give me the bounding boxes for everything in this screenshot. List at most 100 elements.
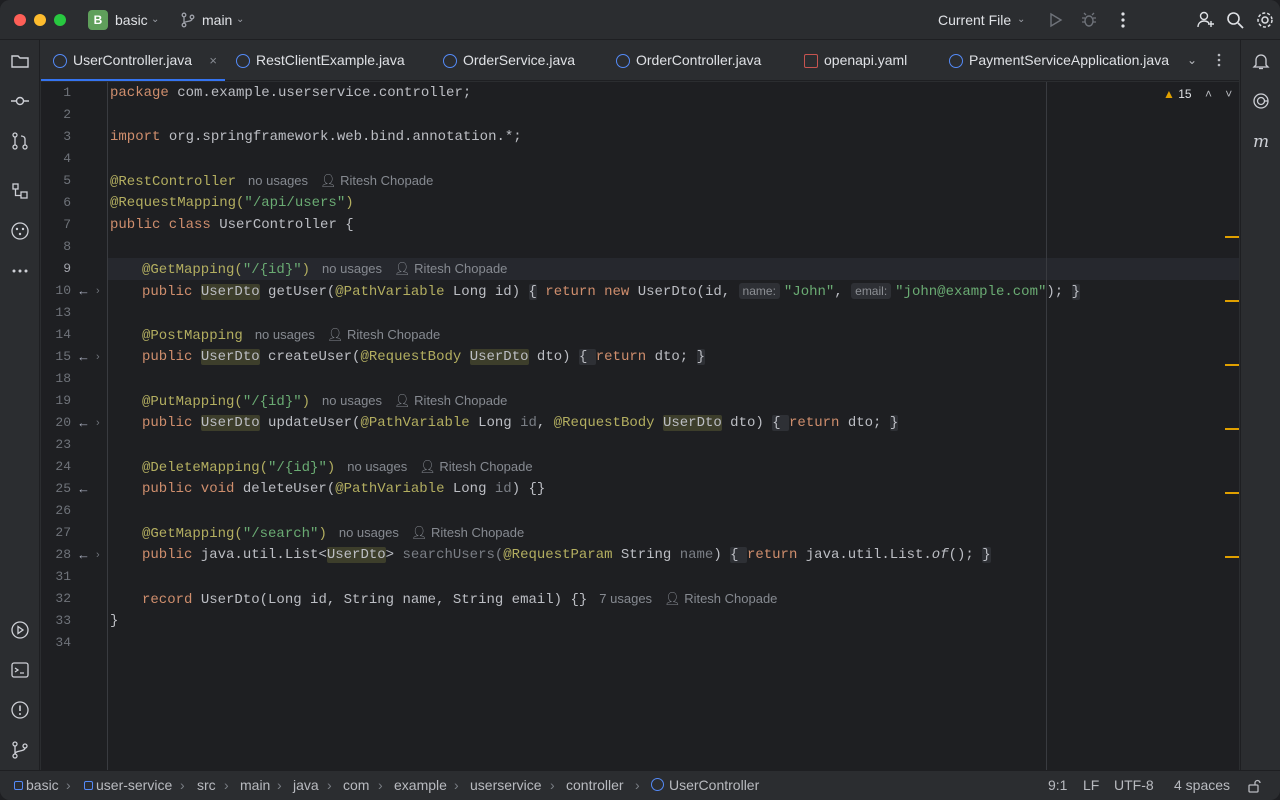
fold-chevron-icon[interactable]: › [96,346,100,368]
tab-openapi-yaml[interactable]: openapi.yaml [792,40,932,81]
code-line: public UserDto createUser(@RequestBody U… [142,349,705,365]
breadcrumb-userservice[interactable]: userservice [470,777,542,793]
status-bar: basic › user-service › src › main › java… [0,770,1280,800]
commit-icon[interactable] [10,91,30,111]
unlock-icon[interactable] [1247,779,1261,793]
usages-inlay[interactable]: no usages [339,525,399,540]
author-inlay[interactable]: 👤︎ Ritesh Chopade [411,525,524,540]
ai-assistant-icon[interactable] [1251,91,1271,111]
close-tab-icon[interactable]: × [209,40,217,81]
warning-stripe-marker[interactable] [1225,300,1239,302]
add-user-icon[interactable] [1196,10,1216,30]
tab-paymentserviceapplication[interactable]: PaymentServiceApplication.java [937,40,1177,81]
tab-usercontroller[interactable]: UserController.java × [41,40,225,81]
title-bar: B basic ⌄ main ⌄ Current File ⌄ [0,0,1280,40]
settings-gear-icon[interactable] [1255,10,1275,30]
caret-position[interactable]: 9:1 [1048,777,1067,793]
fold-chevron-icon[interactable]: › [96,412,100,434]
line-number: 14 [55,327,71,342]
line-separator[interactable]: LF [1083,777,1099,793]
breadcrumb-separator: › [277,777,282,793]
search-icon[interactable] [1225,10,1245,30]
minimize-window-button[interactable] [34,14,46,26]
usages-inlay[interactable]: no usages [347,459,407,474]
terminal-icon[interactable] [10,660,30,680]
overrides-arrow-icon[interactable]: ← [77,412,90,434]
breadcrumb-user-service[interactable]: user-service [84,777,172,793]
plugins-icon[interactable] [10,221,30,241]
author-inlay[interactable]: 👤︎ Ritesh Chopade [394,393,507,408]
inspection-widget[interactable]: ▲ 15 ˄ ˅ [1163,87,1232,101]
warning-stripe-marker[interactable] [1225,364,1239,366]
author-inlay[interactable]: 👤︎ Ritesh Chopade [394,261,507,276]
java-class-icon [651,778,664,791]
breadcrumb-com[interactable]: com [343,777,369,793]
usages-inlay[interactable]: no usages [255,327,315,342]
more-options-icon[interactable] [1113,10,1133,30]
maven-icon[interactable]: m [1251,131,1271,151]
run-configuration-selector[interactable]: Current File [938,12,1011,28]
maximize-window-button[interactable] [54,14,66,26]
notifications-bell-icon[interactable] [1251,51,1271,71]
author-inlay[interactable]: 👤︎ Ritesh Chopade [320,173,433,188]
fold-chevron-icon[interactable]: › [96,280,100,302]
previous-highlight-icon[interactable]: ˄ [1205,87,1212,101]
breadcrumb-java[interactable]: java [293,777,319,793]
warning-stripe-marker[interactable] [1225,236,1239,238]
tab-restclientexample[interactable]: RestClientExample.java [224,40,412,81]
line-number: 7 [63,217,71,232]
overrides-arrow-icon[interactable]: ← [77,280,90,302]
breadcrumb-separator: › [66,777,71,793]
breadcrumb-separator: › [327,777,332,793]
close-window-button[interactable] [14,14,26,26]
warning-stripe-marker[interactable] [1225,556,1239,558]
problems-icon[interactable] [10,700,30,720]
author-inlay[interactable]: 👤︎ Ritesh Chopade [327,327,440,342]
branch-selector[interactable]: main [202,12,232,28]
project-folder-icon[interactable] [10,51,30,71]
project-badge[interactable]: B [88,10,108,30]
tab-orderservice[interactable]: OrderService.java [431,40,591,81]
tab-actions-more-icon[interactable] [1211,52,1227,68]
breadcrumb-basic[interactable]: basic [14,777,59,793]
usages-inlay[interactable]: no usages [322,393,382,408]
tab-ordercontroller[interactable]: OrderController.java [604,40,780,81]
project-selector[interactable]: basic [115,12,148,28]
author-inlay[interactable]: 👤︎ Ritesh Chopade [664,591,777,606]
next-highlight-icon[interactable]: ˅ [1225,87,1232,101]
git-icon[interactable] [10,740,30,760]
structure-icon[interactable] [10,181,30,201]
java-class-icon [616,54,630,68]
warning-stripe-marker[interactable] [1225,428,1239,430]
services-run-icon[interactable] [10,620,30,640]
code-text-area[interactable]: package com.example.userservice.controll… [108,82,1081,770]
code-editor[interactable]: 1 2 3 4 5 6 7 8 9 10 13 14 15 18 19 20 2… [41,82,1239,770]
line-number: 18 [55,371,71,386]
overrides-arrow-icon[interactable]: ← [77,544,90,566]
fold-chevron-icon[interactable]: › [96,544,100,566]
overrides-arrow-icon[interactable]: ← [77,346,90,368]
warning-stripe-marker[interactable] [1225,492,1239,494]
pull-requests-icon[interactable] [10,131,30,151]
tabs-overflow-chevron-icon[interactable]: ⌄ [1187,53,1197,67]
usages-inlay[interactable]: no usages [248,173,308,188]
file-encoding[interactable]: UTF-8 [1114,777,1154,793]
breadcrumb-separator: › [550,777,555,793]
more-tools-icon[interactable] [10,261,30,281]
breadcrumb-example[interactable]: example [394,777,447,793]
tab-label: PaymentServiceApplication.java [969,52,1169,68]
debug-icon[interactable] [1079,10,1099,30]
usages-inlay[interactable]: no usages [322,261,382,276]
breadcrumb-src[interactable]: src [197,777,216,793]
breadcrumb-usercontroller[interactable]: UserController [651,777,759,793]
usages-inlay[interactable]: 7 usages [599,591,652,606]
author-inlay[interactable]: 👤︎ Ritesh Chopade [419,459,532,474]
breadcrumb-main[interactable]: main [240,777,270,793]
code-line: public UserDto updateUser(@PathVariable … [142,415,899,431]
run-icon[interactable] [1045,10,1065,30]
indent-settings[interactable]: 4 spaces [1174,777,1230,793]
breadcrumb-controller[interactable]: controller [566,777,624,793]
overrides-arrow-icon[interactable]: ← [77,478,90,500]
line-number: 24 [55,459,71,474]
right-tool-window-bar: m [1240,40,1280,770]
